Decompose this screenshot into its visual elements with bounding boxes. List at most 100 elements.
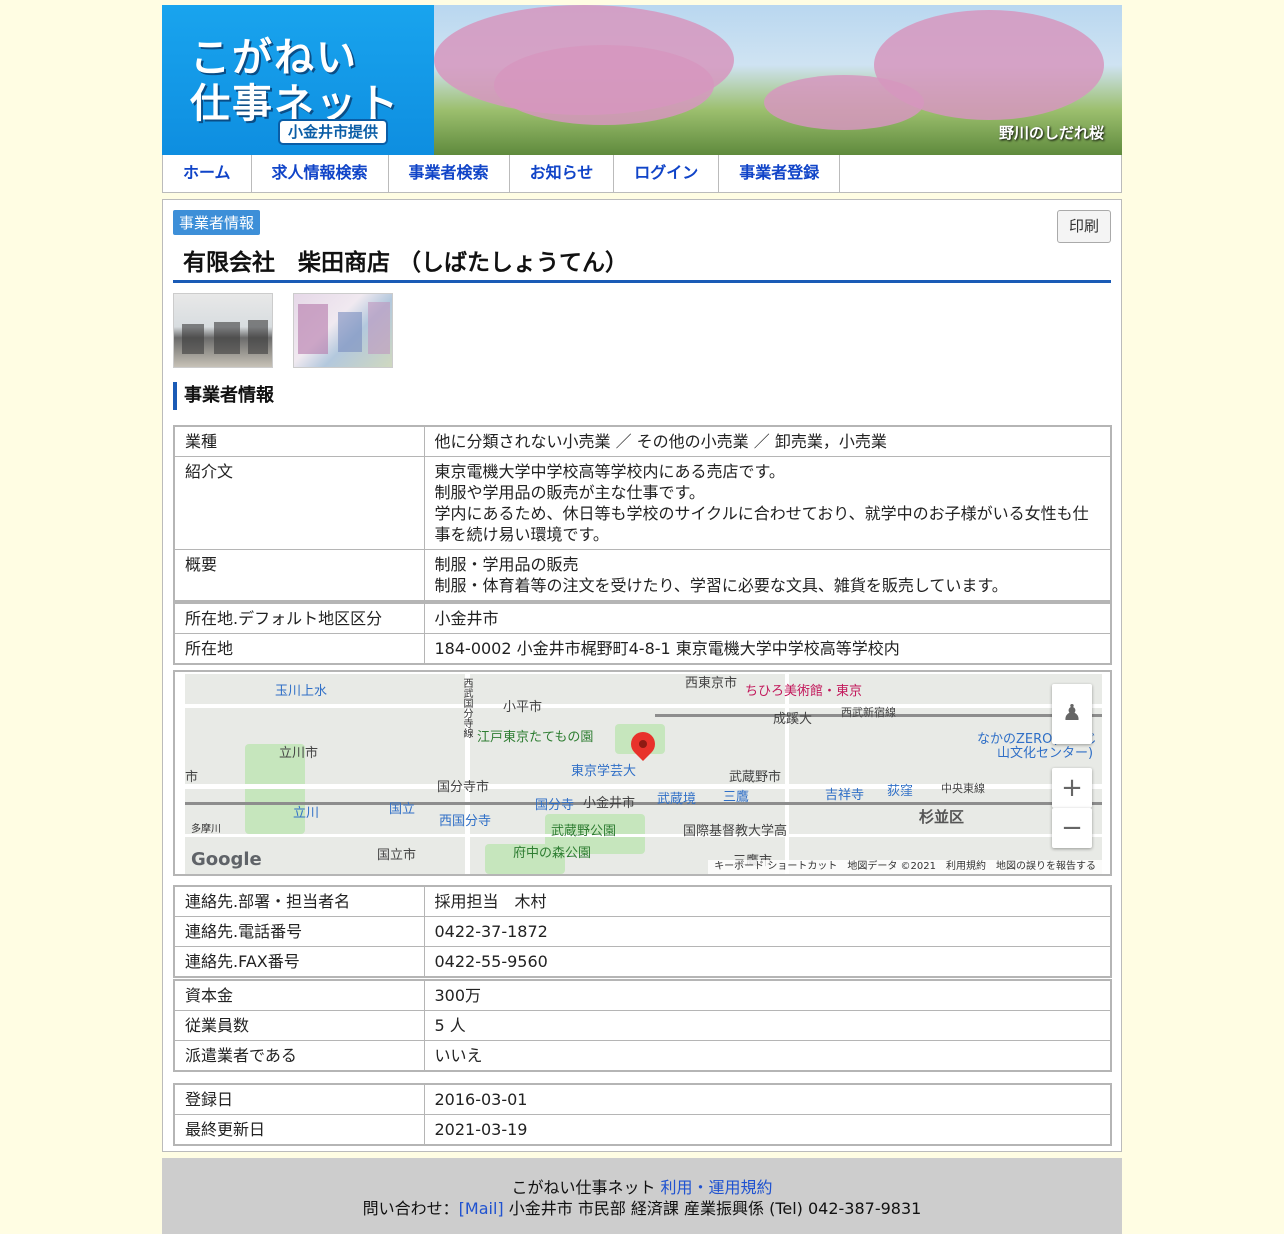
table-row: 紹介文 東京電機大学中学校高等学校内にある売店です。 制服や学用品の販売が主な仕… bbox=[173, 456, 1112, 550]
contact-info: 小金井市 市民部 経済課 産業振興係 (Tel) 042-387-9831 bbox=[508, 1199, 922, 1218]
map-label: 中央東線 bbox=[941, 782, 985, 795]
map-label: 東京学芸大 bbox=[571, 764, 637, 779]
nav-employer-search[interactable]: 事業者検索 bbox=[389, 155, 510, 192]
shop-photo-1[interactable] bbox=[173, 293, 273, 368]
map-label: 西武国分寺線 bbox=[461, 678, 472, 738]
map-label: 国際基督教大学高 bbox=[683, 824, 788, 839]
map-label: 西東京市 bbox=[685, 676, 738, 691]
table-row: 連絡先.部署・担当者名 採用担当 木村 bbox=[173, 885, 1112, 917]
row-value: 東京電機大学中学校高等学校内にある売店です。 制服や学用品の販売が主な仕事です。… bbox=[423, 456, 1112, 550]
row-value: 2016-03-01 bbox=[423, 1083, 1112, 1115]
table-row: 所在地 184-0002 小金井市梶野町4-8-1 東京電機大学中学校高等学校内 bbox=[173, 633, 1112, 665]
main-content: 事業者情報 印刷 有限会社 柴田商店 （しばたしょうてん） 事業者情報 業種 他… bbox=[162, 199, 1122, 1152]
logo-badge: 小金井市提供 bbox=[278, 119, 388, 145]
google-logo: Google bbox=[191, 849, 262, 870]
table-row: 登録日 2016-03-01 bbox=[173, 1083, 1112, 1115]
row-value: 184-0002 小金井市梶野町4-8-1 東京電機大学中学校高等学校内 bbox=[423, 633, 1112, 665]
terms-link[interactable]: 利用・運用規約 bbox=[661, 1178, 773, 1197]
contact-table: 連絡先.部署・担当者名 採用担当 木村 連絡先.電話番号 0422-37-187… bbox=[173, 885, 1112, 978]
zoom-out-button[interactable]: − bbox=[1052, 808, 1092, 848]
map-label: 立川市 bbox=[279, 746, 319, 761]
row-key: 概要 bbox=[173, 549, 425, 602]
row-key: 連絡先.部署・担当者名 bbox=[173, 885, 425, 917]
zoom-in-button[interactable]: + bbox=[1052, 768, 1092, 808]
map-label: 荻窪 bbox=[887, 784, 914, 799]
table-row: 所在地.デフォルト地区区分 小金井市 bbox=[173, 602, 1112, 634]
map-label: 国立市 bbox=[377, 848, 417, 863]
map-label: 市 bbox=[185, 770, 199, 785]
map-label: 国立 bbox=[389, 802, 416, 817]
row-key: 業種 bbox=[173, 425, 425, 457]
section-heading: 事業者情報 bbox=[173, 382, 274, 410]
map-label: 立川 bbox=[293, 806, 320, 821]
row-key: 資本金 bbox=[173, 979, 425, 1011]
site-footer: こがねい仕事ネット 利用・運用規約 問い合わせ：[Mail] 小金井市 市民部 … bbox=[162, 1158, 1122, 1234]
site-banner: こがねい 仕事ネット 小金井市提供 野川のしだれ桜 bbox=[162, 5, 1122, 155]
map-label: 成蹊大 bbox=[773, 712, 813, 727]
table-row: 連絡先.FAX番号 0422-55-9560 bbox=[173, 946, 1112, 978]
shop-photo-2[interactable] bbox=[293, 293, 393, 368]
table-row: 概要 制服・学用品の販売 制服・体育着等の注文を受けたり、学習に必要な文具、雑貨… bbox=[173, 549, 1112, 602]
row-value: 0422-55-9560 bbox=[423, 946, 1112, 978]
print-button[interactable]: 印刷 bbox=[1057, 210, 1111, 243]
site-logo[interactable]: こがねい 仕事ネット 小金井市提供 bbox=[162, 5, 434, 155]
table-row: 資本金 300万 bbox=[173, 979, 1112, 1011]
map-label: 江戸東京たてもの園 bbox=[477, 730, 594, 745]
row-key: 連絡先.FAX番号 bbox=[173, 946, 425, 978]
map-label: 多摩川 bbox=[191, 824, 221, 835]
row-key: 派遣業者である bbox=[173, 1040, 425, 1072]
main-nav: ホーム 求人情報検索 事業者検索 お知らせ ログイン 事業者登録 bbox=[162, 155, 1122, 193]
nav-employer-register[interactable]: 事業者登録 bbox=[719, 155, 841, 192]
row-value: 0422-37-1872 bbox=[423, 916, 1112, 947]
row-value: 採用担当 木村 bbox=[423, 885, 1112, 917]
pegman-icon[interactable]: ♟ bbox=[1052, 684, 1092, 744]
map-label: 小金井市 bbox=[583, 796, 636, 811]
map-label: ちひろ美術館・東京 bbox=[745, 684, 863, 699]
row-value: 他に分類されない小売業 ／ その他の小売業 ／ 卸売業，小売業 bbox=[423, 425, 1112, 457]
map-label: 武蔵野公園 bbox=[551, 824, 617, 839]
row-key: 従業員数 bbox=[173, 1010, 425, 1041]
category-tag: 事業者情報 bbox=[173, 210, 261, 235]
location-map: 玉川上水 西東京市 ちひろ美術館・東京 小平市 成蹊大 西武新宿線 なかのZER… bbox=[173, 670, 1112, 876]
map-label: 西国分寺 bbox=[439, 814, 492, 829]
banner-photo: 野川のしだれ桜 bbox=[434, 5, 1122, 155]
mail-link[interactable]: [Mail] bbox=[459, 1199, 504, 1218]
table-row: 従業員数 5 人 bbox=[173, 1010, 1112, 1041]
map-label: 西武新宿線 bbox=[841, 706, 896, 719]
company-table: 資本金 300万 従業員数 5 人 派遣業者である いいえ bbox=[173, 979, 1112, 1072]
map-label: 玉川上水 bbox=[275, 684, 328, 699]
row-key: 登録日 bbox=[173, 1083, 425, 1115]
map-attribution[interactable]: キーボード ショートカット 地図データ ©2021 利用規約 地図の誤りを報告す… bbox=[708, 860, 1102, 874]
table-row: 連絡先.電話番号 0422-37-1872 bbox=[173, 916, 1112, 947]
map-label: 山文化センター) bbox=[997, 746, 1094, 761]
row-value: 300万 bbox=[423, 979, 1112, 1011]
row-key: 紹介文 bbox=[173, 456, 425, 550]
location-table: 所在地.デフォルト地区区分 小金井市 所在地 184-0002 小金井市梶野町4… bbox=[173, 602, 1112, 665]
map-canvas[interactable]: 玉川上水 西東京市 ちひろ美術館・東京 小平市 成蹊大 西武新宿線 なかのZER… bbox=[185, 674, 1102, 874]
row-key: 所在地.デフォルト地区区分 bbox=[173, 602, 425, 634]
map-label: 吉祥寺 bbox=[825, 788, 865, 803]
map-label: 武蔵野市 bbox=[729, 770, 782, 785]
map-label: 杉並区 bbox=[919, 808, 965, 826]
row-value: 2021-03-19 bbox=[423, 1114, 1112, 1146]
row-value: いいえ bbox=[423, 1040, 1112, 1072]
nav-job-search[interactable]: 求人情報検索 bbox=[252, 155, 389, 192]
row-value: 5 人 bbox=[423, 1010, 1112, 1041]
contact-prefix: 問い合わせ： bbox=[362, 1199, 459, 1218]
row-key: 所在地 bbox=[173, 633, 425, 665]
banner-caption: 野川のしだれ桜 bbox=[998, 124, 1104, 142]
map-label: 国分寺 bbox=[535, 798, 575, 813]
map-label: 国分寺市 bbox=[437, 780, 490, 795]
row-key: 最終更新日 bbox=[173, 1114, 425, 1146]
nav-login[interactable]: ログイン bbox=[614, 155, 720, 192]
nav-news[interactable]: お知らせ bbox=[510, 155, 615, 192]
dates-table: 登録日 2016-03-01 最終更新日 2021-03-19 bbox=[173, 1083, 1112, 1146]
map-label: 府中の森公園 bbox=[513, 846, 592, 861]
page-title: 有限会社 柴田商店 （しばたしょうてん） bbox=[173, 246, 1111, 283]
table-row: 最終更新日 2021-03-19 bbox=[173, 1114, 1112, 1146]
table-row: 業種 他に分類されない小売業 ／ その他の小売業 ／ 卸売業，小売業 bbox=[173, 425, 1112, 457]
row-value: 制服・学用品の販売 制服・体育着等の注文を受けたり、学習に必要な文具、雑貨を販売… bbox=[423, 549, 1112, 602]
row-key: 連絡先.電話番号 bbox=[173, 916, 425, 947]
map-label: 三鷹 bbox=[723, 790, 750, 805]
nav-home[interactable]: ホーム bbox=[163, 155, 252, 192]
